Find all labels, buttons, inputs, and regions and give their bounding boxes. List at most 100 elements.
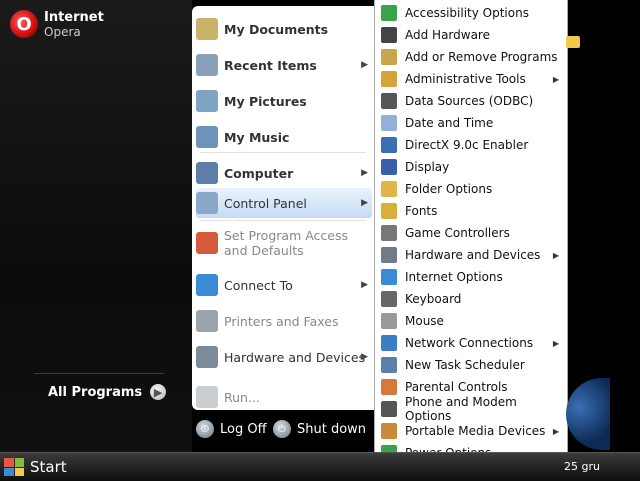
menu-item-run[interactable]: Run... [196, 386, 372, 408]
opera-icon: O [10, 10, 38, 38]
menu-item-my-documents[interactable]: My Documents [196, 18, 372, 40]
control-panel-item-folder-options[interactable]: Folder Options [381, 179, 561, 199]
chevron-right-icon: ▶ [552, 74, 559, 84]
chevron-right-icon: ▶ [552, 250, 559, 260]
start-button[interactable]: Start [4, 455, 76, 479]
control-panel-item-label: Parental Controls [405, 380, 508, 394]
menu-item-label: My Pictures [224, 93, 307, 109]
pinned-internet-item[interactable]: O Internet Opera [10, 10, 104, 39]
control-panel-item-label: Fonts [405, 204, 438, 218]
control-panel-item-phone-and-modem-options[interactable]: Phone and Modem Options [381, 395, 561, 423]
control-panel-item-portable-media-devices[interactable]: Portable Media Devices ▶ [381, 421, 561, 441]
control-panel-item-label: Date and Time [405, 116, 494, 130]
chevron-right-icon: ▶ [361, 168, 368, 178]
control-panel-item-label: Game Controllers [405, 226, 510, 240]
pinned-subtitle: Opera [44, 25, 81, 39]
menu-item-connect-to[interactable]: Connect To ▶ [196, 274, 372, 296]
menu-item-label: Recent Items [224, 57, 317, 73]
menu-item-my-pictures[interactable]: My Pictures [196, 90, 372, 112]
chevron-right-icon: ▶ [552, 338, 559, 348]
control-panel-item-label: Hardware and Devices [405, 248, 541, 262]
pinned-title: Internet [44, 10, 104, 25]
control-panel-item-add-hardware[interactable]: Add Hardware [381, 25, 561, 45]
control-panel-item-mouse[interactable]: Mouse [381, 311, 561, 331]
control-panel-item-label: Add Hardware [405, 28, 490, 42]
control-panel-item-label: Internet Options [405, 270, 503, 284]
menu-item-label: Set Program Access and Defaults [224, 228, 349, 258]
chevron-right-icon: ▶ [361, 352, 368, 362]
shut-down-button[interactable]: ⏻ Shut down [273, 420, 366, 438]
hardware-icon [196, 346, 218, 368]
control-panel-applet-icon [381, 93, 397, 109]
start-menu-right-column: My Documents Recent Items ▶ My Pictures My M… [192, 6, 374, 410]
shut-down-label: Shut down [297, 421, 367, 437]
menu-item-recent-items[interactable]: Recent Items ▶ [196, 54, 372, 76]
menu-separator [200, 152, 366, 153]
run-icon [196, 386, 218, 408]
menu-item-label: Control Panel [224, 195, 307, 211]
control-panel-item-hardware-and-devices[interactable]: Hardware and Devices ▶ [381, 245, 561, 265]
pictures-icon [196, 90, 218, 112]
gadget-icon[interactable] [566, 36, 580, 48]
all-programs-label: All Programs [48, 384, 143, 400]
control-panel-item-administrative-tools[interactable]: Administrative Tools ▶ [381, 69, 561, 89]
control-panel-item-new-task-scheduler[interactable]: New Task Scheduler [381, 355, 561, 375]
control-panel-applet-icon [381, 27, 397, 43]
menu-item-printers-and-faxes[interactable]: Printers and Faxes [196, 310, 372, 332]
taskbar: Start 25 gru [0, 452, 640, 481]
control-panel-item-label: Keyboard [405, 292, 462, 306]
divider [34, 373, 164, 374]
clock-gadget [566, 378, 610, 450]
control-panel-item-display[interactable]: Display [381, 157, 561, 177]
menu-item-set-program-access-and-defaults[interactable]: Set Program Access and Defaults [196, 228, 372, 258]
control-panel-item-data-sources-odbc[interactable]: Data Sources (ODBC) [381, 91, 561, 111]
control-panel-item-label: Mouse [405, 314, 444, 328]
control-panel-item-date-and-time[interactable]: Date and Time [381, 113, 561, 133]
menu-item-control-panel[interactable]: Control Panel ▶ [196, 188, 372, 218]
menu-item-computer[interactable]: Computer ▶ [196, 162, 372, 184]
computer-icon [196, 162, 218, 184]
control-panel-item-keyboard[interactable]: Keyboard [381, 289, 561, 309]
control-panel-item-label: Add or Remove Programs [405, 50, 558, 64]
control-panel-applet-icon [381, 181, 397, 197]
arrow-right-icon: ▶ [150, 384, 167, 400]
control-panel-item-label: Phone and Modem Options [405, 395, 517, 423]
control-panel-item-add-or-remove-programs[interactable]: Add or Remove Programs [381, 47, 561, 67]
control-panel-applet-icon [381, 203, 397, 219]
windows-logo-icon [4, 458, 24, 476]
menu-item-label: Printers and Faxes [224, 313, 339, 329]
log-off-label: Log Off [220, 421, 267, 437]
start-menu-left-pane: O Internet Opera All Programs ▶ [0, 0, 192, 452]
menu-item-label: Hardware and Devices [224, 349, 366, 365]
menu-item-my-music[interactable]: My Music [196, 126, 372, 148]
control-panel-icon [196, 192, 218, 214]
chevron-right-icon: ▶ [361, 280, 368, 290]
control-panel-item-game-controllers[interactable]: Game Controllers [381, 223, 561, 243]
power-icon: ⏻ [273, 420, 291, 438]
control-panel-item-directx-9-0c-enabler[interactable]: DirectX 9.0c Enabler [381, 135, 561, 155]
control-panel-item-internet-options[interactable]: Internet Options [381, 267, 561, 287]
control-panel-item-label: New Task Scheduler [405, 358, 525, 372]
control-panel-item-network-connections[interactable]: Network Connections ▶ [381, 333, 561, 353]
menu-item-label: Run... [224, 389, 260, 405]
control-panel-item-label: Display [405, 160, 450, 174]
music-icon [196, 126, 218, 148]
all-programs-button[interactable]: All Programs ▶ [48, 384, 167, 400]
chevron-right-icon: ▶ [361, 60, 368, 70]
control-panel-item-accessibility-options[interactable]: Accessibility Options [381, 3, 561, 23]
control-panel-applet-icon [381, 335, 397, 351]
menu-item-hardware-and-devices[interactable]: Hardware and Devices ▶ [196, 346, 372, 368]
taskbar-date: 25 gru [564, 460, 600, 473]
control-panel-item-fonts[interactable]: Fonts [381, 201, 561, 221]
control-panel-submenu: ▼ Accessibility OptionsAdd HardwareAdd o… [374, 0, 568, 480]
defaults-icon [196, 232, 218, 254]
control-panel-applet-icon [381, 115, 397, 131]
menu-item-label: My Documents [224, 21, 329, 37]
control-panel-item-label: Accessibility Options [405, 6, 529, 20]
control-panel-item-label: Portable Media Devices [405, 424, 546, 438]
recent-items-icon [196, 54, 218, 76]
log-off-button[interactable]: ⏼ Log Off [196, 420, 267, 438]
control-panel-applet-icon [381, 247, 397, 263]
control-panel-applet-icon [381, 5, 397, 21]
control-panel-item-parental-controls[interactable]: Parental Controls [381, 377, 561, 397]
